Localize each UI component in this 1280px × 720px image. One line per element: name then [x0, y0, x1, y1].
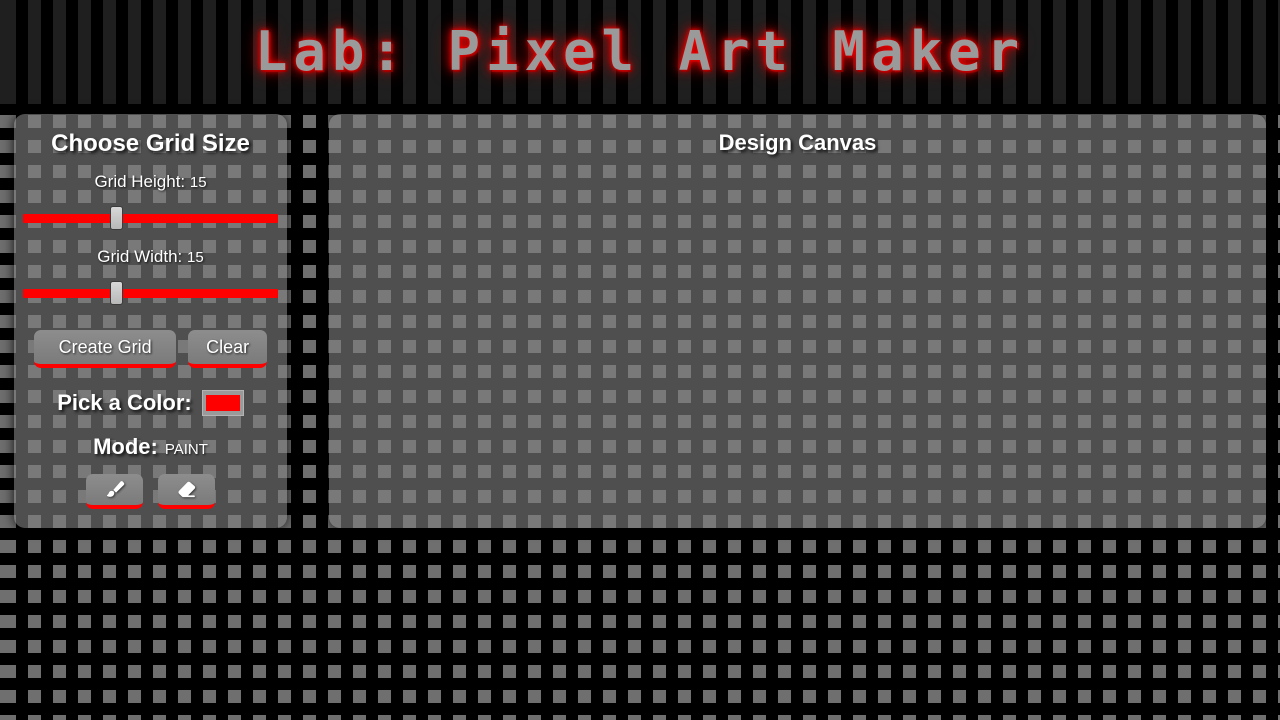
- grid-width-label-text: Grid Width:: [97, 247, 183, 266]
- color-picker-input[interactable]: [201, 390, 244, 416]
- grid-height-label-text: Grid Height:: [94, 172, 186, 191]
- color-swatch-fill: [205, 395, 240, 411]
- mode-label: Mode:: [93, 434, 158, 459]
- grid-height-group: Grid Height: 15: [14, 172, 287, 230]
- grid-height-slider-thumb[interactable]: [109, 206, 123, 230]
- color-picker-row: Pick a Color:: [14, 390, 287, 416]
- grid-height-label: Grid Height: 15: [23, 172, 278, 192]
- grid-width-slider-track[interactable]: [23, 289, 278, 298]
- brush-tool-button[interactable]: [86, 474, 143, 509]
- grid-width-group: Grid Width: 15: [14, 247, 287, 305]
- canvas-heading: Design Canvas: [718, 130, 877, 155]
- page-title: Lab: Pixel Art Maker: [254, 20, 1026, 83]
- mode-row: Mode: PAINT: [14, 434, 287, 460]
- grid-height-slider-track[interactable]: [23, 214, 278, 223]
- app-header: Lab: Pixel Art Maker: [0, 0, 1280, 104]
- grid-height-slider[interactable]: [23, 206, 278, 230]
- eraser-tool-button[interactable]: [158, 474, 215, 509]
- grid-controls-panel: Choose Grid Size Grid Height: 15 Grid Wi…: [14, 114, 287, 528]
- eraser-icon: [176, 479, 198, 501]
- grid-width-value: 15: [187, 249, 204, 266]
- grid-width-slider[interactable]: [23, 281, 278, 305]
- design-canvas-panel[interactable]: Design Canvas: [329, 114, 1266, 528]
- paintbrush-icon: [104, 479, 126, 501]
- grid-action-buttons: Create Grid Clear: [14, 322, 287, 368]
- color-picker-label: Pick a Color:: [57, 390, 192, 415]
- create-grid-button[interactable]: Create Grid: [34, 330, 177, 368]
- grid-width-label: Grid Width: 15: [23, 247, 278, 267]
- mode-value: PAINT: [164, 441, 208, 458]
- sidebar-heading: Choose Grid Size: [51, 130, 250, 157]
- clear-button[interactable]: Clear: [188, 330, 267, 368]
- grid-height-value: 15: [189, 174, 207, 191]
- tool-buttons: [14, 474, 287, 509]
- grid-width-slider-thumb[interactable]: [109, 281, 123, 305]
